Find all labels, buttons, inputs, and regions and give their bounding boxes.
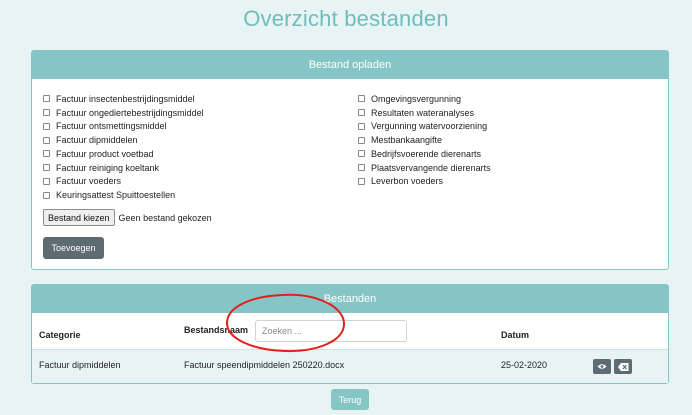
option-resultaten-wateranalyses[interactable]: Resultaten wateranalyses <box>358 106 491 120</box>
file-status: Geen bestand gekozen <box>118 212 212 223</box>
option-label: Plaatsvervangende dierenarts <box>371 162 491 173</box>
checkbox[interactable] <box>358 177 365 185</box>
upload-options-right: Omgevingsvergunning Resultaten wateranal… <box>358 92 491 188</box>
files-card: Bestanden Categorie Bestandsnaam Datum F… <box>31 284 669 384</box>
option-factuur-ontsmettingsmiddel[interactable]: Factuur ontsmettingsmiddel <box>43 120 204 134</box>
option-label: Factuur ontsmettingsmiddel <box>56 121 167 132</box>
upload-card-header: Bestand opladen <box>32 51 668 79</box>
option-omgevingsvergunning[interactable]: Omgevingsvergunning <box>358 92 491 106</box>
option-factuur-dipmiddelen[interactable]: Factuur dipmiddelen <box>43 133 204 147</box>
option-factuur-reiniging-koeltank[interactable]: Factuur reiniging koeltank <box>43 161 204 175</box>
choose-file-button[interactable]: Bestand kiezen <box>43 209 115 226</box>
checkbox[interactable] <box>358 122 365 130</box>
checkbox[interactable] <box>358 136 365 144</box>
file-picker: Bestand kiezen Geen bestand gekozen <box>43 209 212 226</box>
option-label: Leverbon voeders <box>371 176 444 187</box>
option-factuur-insectenbestrijdingsmiddel[interactable]: Factuur insectenbestrijdingsmiddel <box>43 92 204 106</box>
option-factuur-voeders[interactable]: Factuur voeders <box>43 175 204 189</box>
checkbox[interactable] <box>43 95 50 103</box>
files-card-header: Bestanden <box>32 285 668 313</box>
option-label: Mestbankaangifte <box>371 135 443 146</box>
page-title: Overzicht bestanden <box>243 6 449 31</box>
option-label: Factuur voeders <box>56 176 122 187</box>
checkbox[interactable] <box>43 136 50 144</box>
checkbox[interactable] <box>358 109 365 117</box>
delete-button[interactable] <box>614 359 632 374</box>
checkbox[interactable] <box>358 150 365 158</box>
add-button[interactable]: Toevoegen <box>43 237 104 259</box>
checkbox[interactable] <box>43 150 50 158</box>
option-factuur-ongediertebestrijdingsmiddel[interactable]: Factuur ongediertebestrijdingsmiddel <box>43 106 204 120</box>
option-leverbon-voeders[interactable]: Leverbon voeders <box>358 175 491 189</box>
back-button[interactable]: Terug <box>331 389 369 410</box>
checkbox[interactable] <box>358 95 365 103</box>
option-label: Factuur product voetbad <box>56 148 154 159</box>
row-filename: Factuur speendipmiddelen 250220.docx <box>184 360 345 370</box>
column-header-category: Categorie <box>39 330 81 340</box>
option-factuur-product-voetbad[interactable]: Factuur product voetbad <box>43 147 204 161</box>
option-label: Factuur ongediertebestrijdingsmiddel <box>56 107 204 118</box>
upload-card: Bestand opladen Factuur insectenbestrijd… <box>31 50 669 270</box>
option-label: Factuur reiniging koeltank <box>56 162 160 173</box>
column-header-filename: Bestandsnaam <box>184 325 249 335</box>
column-header-date: Datum <box>501 330 530 340</box>
option-label: Omgevingsvergunning <box>371 93 462 104</box>
row-date: 25-02-2020 <box>501 360 548 370</box>
checkbox[interactable] <box>43 109 50 117</box>
option-label: Vergunning watervoorziening <box>371 121 488 132</box>
option-vergunning-watervoorziening[interactable]: Vergunning watervoorziening <box>358 120 491 134</box>
checkbox[interactable] <box>43 164 50 172</box>
backspace-delete-icon <box>617 362 628 371</box>
checkbox[interactable] <box>43 191 50 199</box>
table-row: Factuur dipmiddelen Factuur speendipmidd… <box>32 349 668 383</box>
checkbox[interactable] <box>358 164 365 172</box>
eye-icon <box>597 364 607 369</box>
search-input[interactable] <box>255 320 407 342</box>
checkbox[interactable] <box>43 122 50 130</box>
option-label: Factuur insectenbestrijdingsmiddel <box>56 93 195 104</box>
option-label: Resultaten wateranalyses <box>371 107 475 118</box>
option-plaatsvervangende-dierenarts[interactable]: Plaatsvervangende dierenarts <box>358 161 491 175</box>
option-keuringsattest-spuittoestellen[interactable]: Keuringsattest Spuittoestellen <box>43 188 204 202</box>
option-label: Factuur dipmiddelen <box>56 135 138 146</box>
option-label: Keuringsattest Spuittoestellen <box>56 190 176 201</box>
row-category: Factuur dipmiddelen <box>39 360 121 370</box>
view-button[interactable] <box>593 359 611 374</box>
checkbox[interactable] <box>43 177 50 185</box>
option-mestbankaangifte[interactable]: Mestbankaangifte <box>358 133 491 147</box>
option-bedrijfsvoerende-dierenarts[interactable]: Bedrijfsvoerende dierenarts <box>358 147 491 161</box>
option-label: Bedrijfsvoerende dierenarts <box>371 148 482 159</box>
upload-options-left: Factuur insectenbestrijdingsmiddel Factu… <box>43 92 204 202</box>
